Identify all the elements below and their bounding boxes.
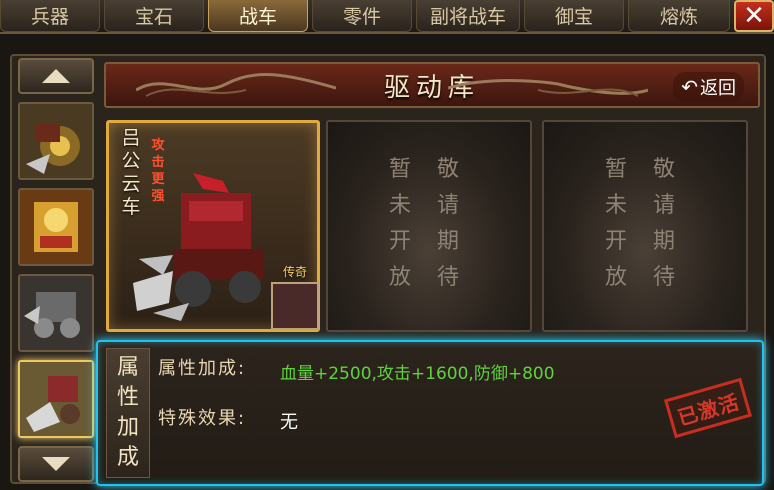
tab-deputy-chariot[interactable]: 副将战车 (416, 0, 520, 32)
back-button[interactable]: ↶ 返回 (673, 72, 744, 102)
arrow-down-icon (42, 457, 70, 471)
rarity-badge: 传奇 (269, 263, 321, 333)
chariot-4-icon (20, 362, 92, 436)
chariot-2-icon (20, 190, 92, 264)
rarity-label: 传奇 (282, 265, 307, 279)
chariot-thumbnail-3[interactable] (18, 274, 94, 352)
back-arrow-icon: ↶ (681, 75, 698, 99)
scroll-up-button[interactable] (18, 58, 94, 94)
chariot-thumbnail-4-selected[interactable] (18, 360, 94, 438)
attribute-side-title: 属 性 加 成 (106, 348, 150, 478)
tab-chariot[interactable]: 战车 (208, 0, 308, 32)
chariot-thumbnail-1[interactable] (18, 102, 94, 180)
close-icon: ✕ (743, 1, 765, 31)
chariot-image-icon (133, 173, 263, 321)
bonus-label: 属性加成: (158, 358, 247, 379)
category-tab-bar: 兵器 宝石 战车 零件 副将战车 御宝 熔炼 ✕ (0, 0, 774, 34)
coming-soon-text: 暂敬 未请 开期 放待 (388, 157, 470, 290)
coming-soon-text: 暂敬 未请 开期 放待 (604, 157, 686, 290)
tab-gems[interactable]: 宝石 (104, 0, 204, 32)
chariot-3-icon (20, 276, 92, 350)
tab-treasure[interactable]: 御宝 (524, 0, 624, 32)
chariot-thumbnail-2[interactable] (18, 188, 94, 266)
chariot-slot-3-locked: 暂敬 未请 开期 放待 (542, 120, 748, 332)
chariot-slot-1[interactable]: 吕公云车 攻击更强 传奇 (106, 120, 320, 332)
special-effect-value: 无 (280, 412, 298, 433)
chariot-1-icon (20, 104, 92, 178)
back-label: 返回 (700, 78, 736, 99)
tab-weapons[interactable]: 兵器 (0, 0, 100, 32)
dragon-ornament-left-icon (136, 73, 336, 97)
tab-smelting[interactable]: 熔炼 (628, 0, 730, 32)
attribute-panel: 属 性 加 成 属性加成: 血量+2500,攻击+1600,防御+800 特殊效… (96, 340, 764, 486)
special-effect-label: 特殊效果: (158, 408, 247, 429)
rarity-emblem-icon (271, 282, 319, 330)
dragon-ornament-right-icon (448, 79, 648, 97)
activated-stamp: 已激活 (664, 377, 752, 439)
close-button[interactable]: ✕ (734, 0, 774, 32)
title-banner: 驱动库 ↶ 返回 (104, 62, 760, 108)
arrow-up-icon (42, 69, 70, 83)
scroll-down-button[interactable] (18, 446, 94, 482)
bonus-value: 血量+2500,攻击+1600,防御+800 (280, 364, 555, 384)
tab-parts[interactable]: 零件 (312, 0, 412, 32)
chariot-slot-2-locked: 暂敬 未请 开期 放待 (326, 120, 532, 332)
